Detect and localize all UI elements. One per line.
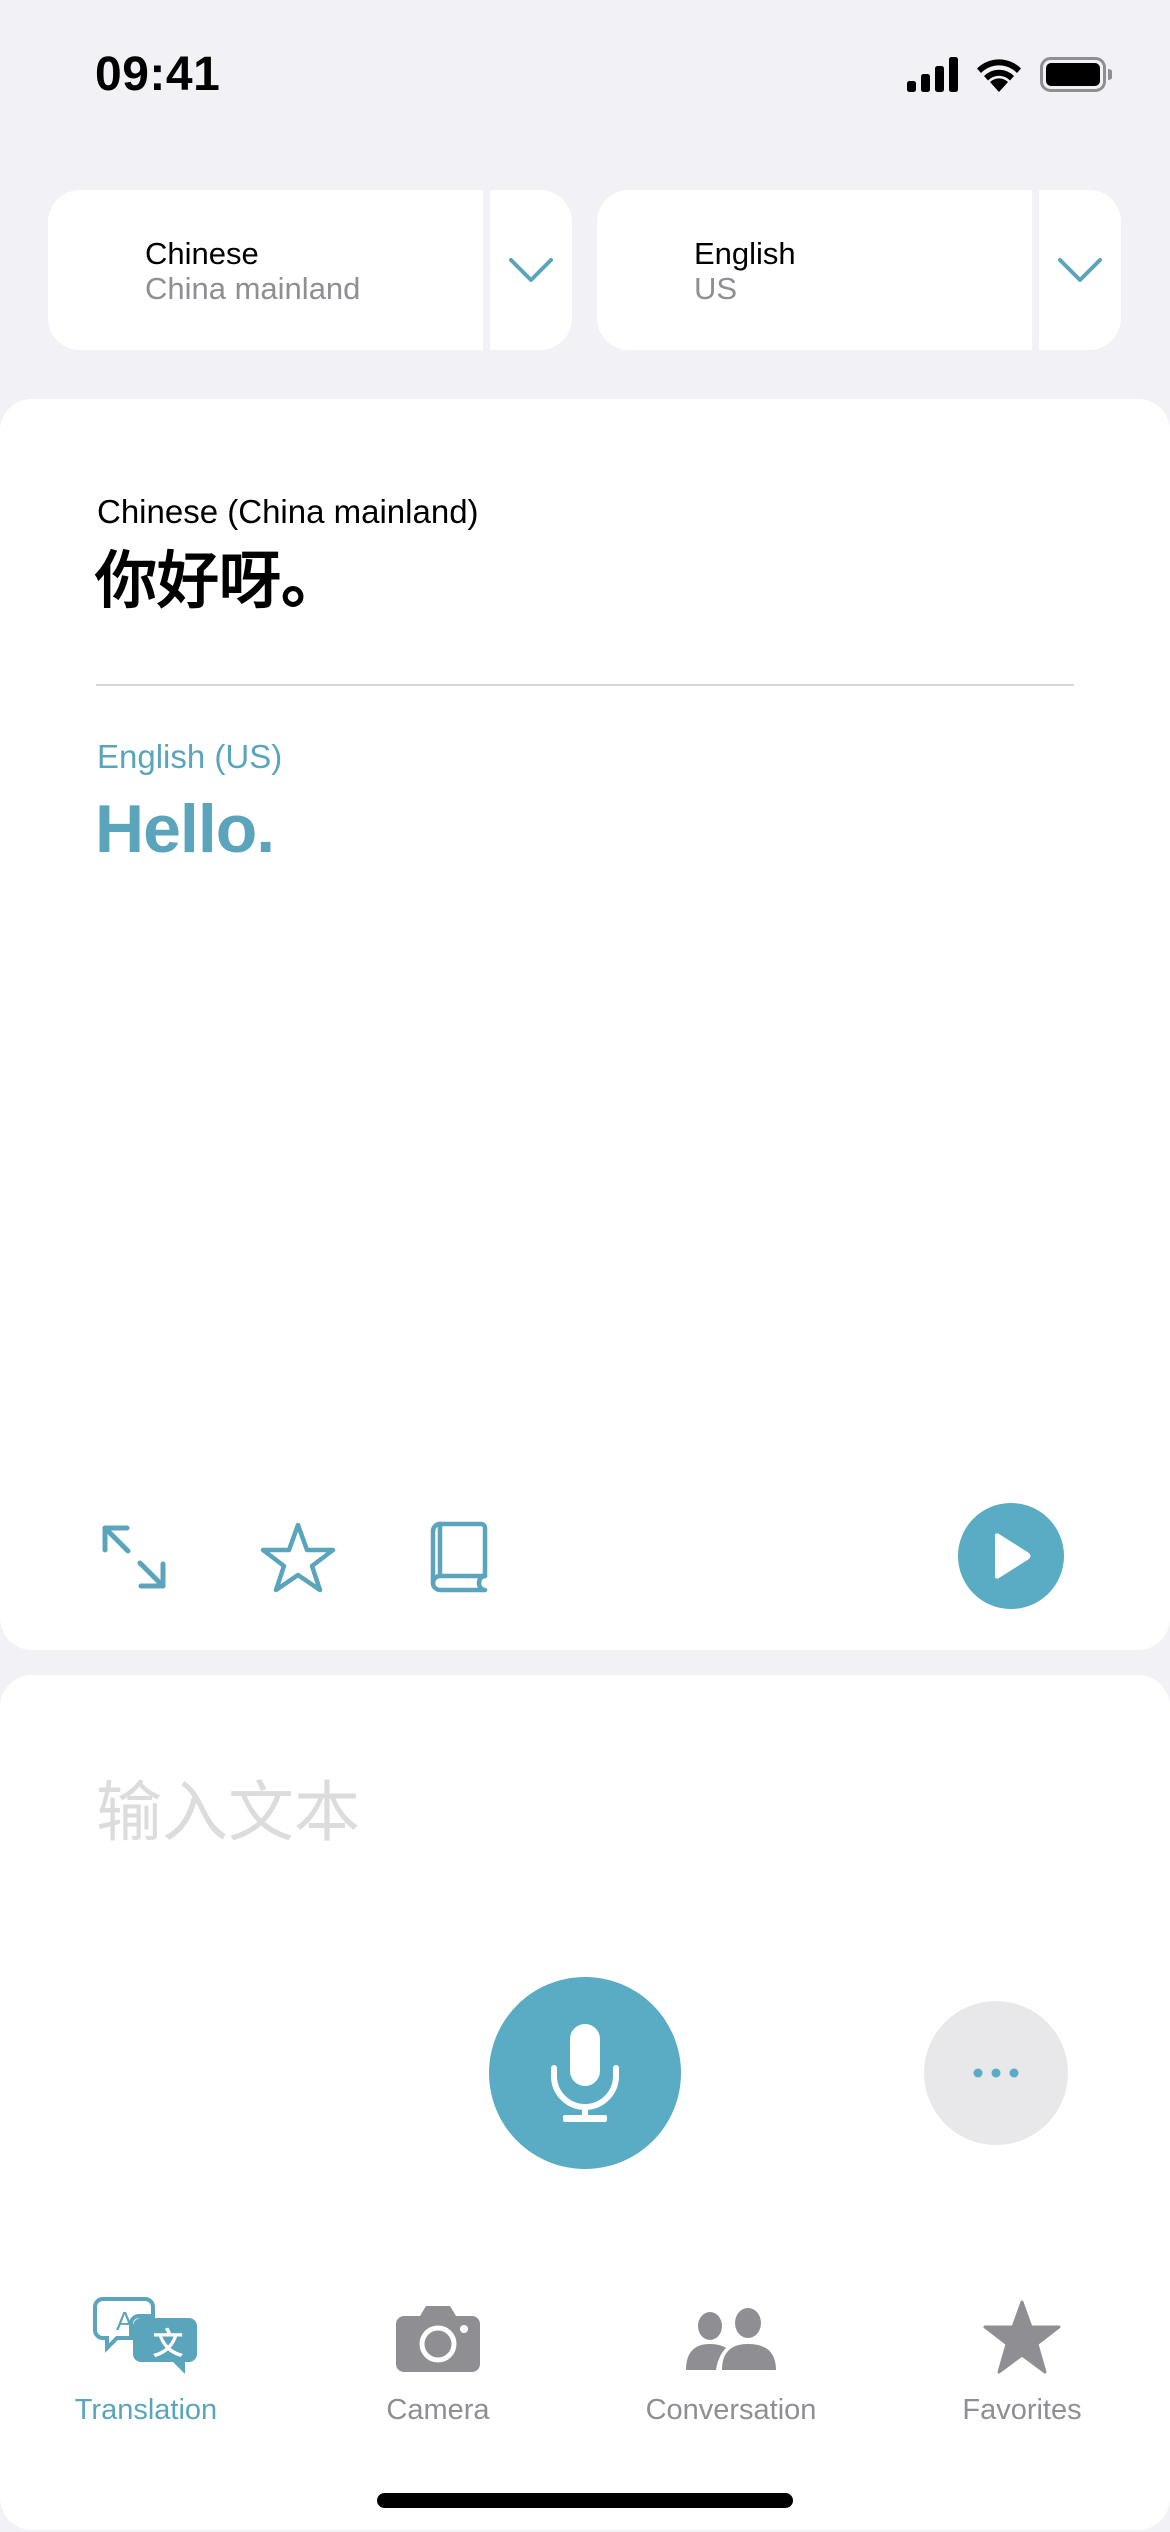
translated-text: Hello. <box>95 791 275 867</box>
target-language-label: English (US) <box>97 738 283 775</box>
target-language-region: US <box>694 271 738 306</box>
tab-label: Favorites <box>962 2394 1082 2426</box>
tab-label: Translation <box>74 2394 218 2426</box>
selector-divider <box>483 190 490 350</box>
target-language-selector: English US <box>597 190 1121 350</box>
cellular-signal-icon <box>907 57 958 92</box>
source-language-dropdown-button[interactable] <box>490 190 572 350</box>
svg-text:A: A <box>116 2306 134 2336</box>
microphone-icon <box>551 2024 619 2122</box>
play-button[interactable] <box>958 1503 1064 1609</box>
text-input[interactable] <box>96 1767 1076 1857</box>
ellipsis-icon <box>973 2068 1019 2078</box>
tab-camera[interactable]: Camera <box>318 2296 558 2426</box>
chevron-down-icon <box>509 258 553 282</box>
dictionary-button[interactable] <box>428 1521 492 1593</box>
tab-label: Camera <box>386 2394 490 2426</box>
svg-text:文: 文 <box>153 2327 183 2362</box>
source-text: 你好呀。 <box>95 544 344 617</box>
target-language-name: English <box>694 236 796 271</box>
people-icon <box>686 2308 776 2370</box>
microphone-button[interactable] <box>489 1977 681 2169</box>
source-language-label: Chinese (China mainland) <box>97 493 479 530</box>
star-filled-icon <box>983 2300 1061 2374</box>
chevron-down-icon <box>1058 258 1102 282</box>
favorite-button[interactable] <box>260 1521 336 1593</box>
play-icon <box>995 1533 1031 1579</box>
tab-label: Conversation <box>645 2394 817 2426</box>
battery-icon <box>1040 57 1112 92</box>
tab-favorites[interactable]: Favorites <box>902 2296 1142 2426</box>
target-language-button[interactable]: English US <box>597 190 1032 350</box>
translate-bubbles-icon: A 文 <box>93 2297 197 2374</box>
tab-conversation[interactable]: Conversation <box>611 2296 851 2426</box>
translation-card: Chinese (China mainland) 你好呀。 English (U… <box>0 399 1170 1650</box>
dictionary-book-icon <box>430 1521 488 1593</box>
translation-divider <box>96 684 1074 686</box>
selector-divider <box>1032 190 1039 350</box>
expand-button[interactable] <box>100 1523 170 1593</box>
source-language-button[interactable]: Chinese China mainland <box>48 190 483 350</box>
wifi-icon <box>977 59 1021 92</box>
more-options-button[interactable] <box>924 2001 1068 2145</box>
target-language-dropdown-button[interactable] <box>1039 190 1121 350</box>
status-time: 09:41 <box>95 48 221 101</box>
home-indicator[interactable] <box>377 2493 793 2508</box>
favorite-star-icon <box>260 1522 336 1593</box>
expand-icon <box>102 1525 166 1589</box>
tab-translation[interactable]: A 文 Translation <box>26 2296 266 2426</box>
source-language-name: Chinese <box>145 236 259 271</box>
source-language-selector: Chinese China mainland <box>48 190 572 350</box>
source-language-region: China mainland <box>145 271 361 306</box>
camera-icon <box>396 2306 480 2372</box>
